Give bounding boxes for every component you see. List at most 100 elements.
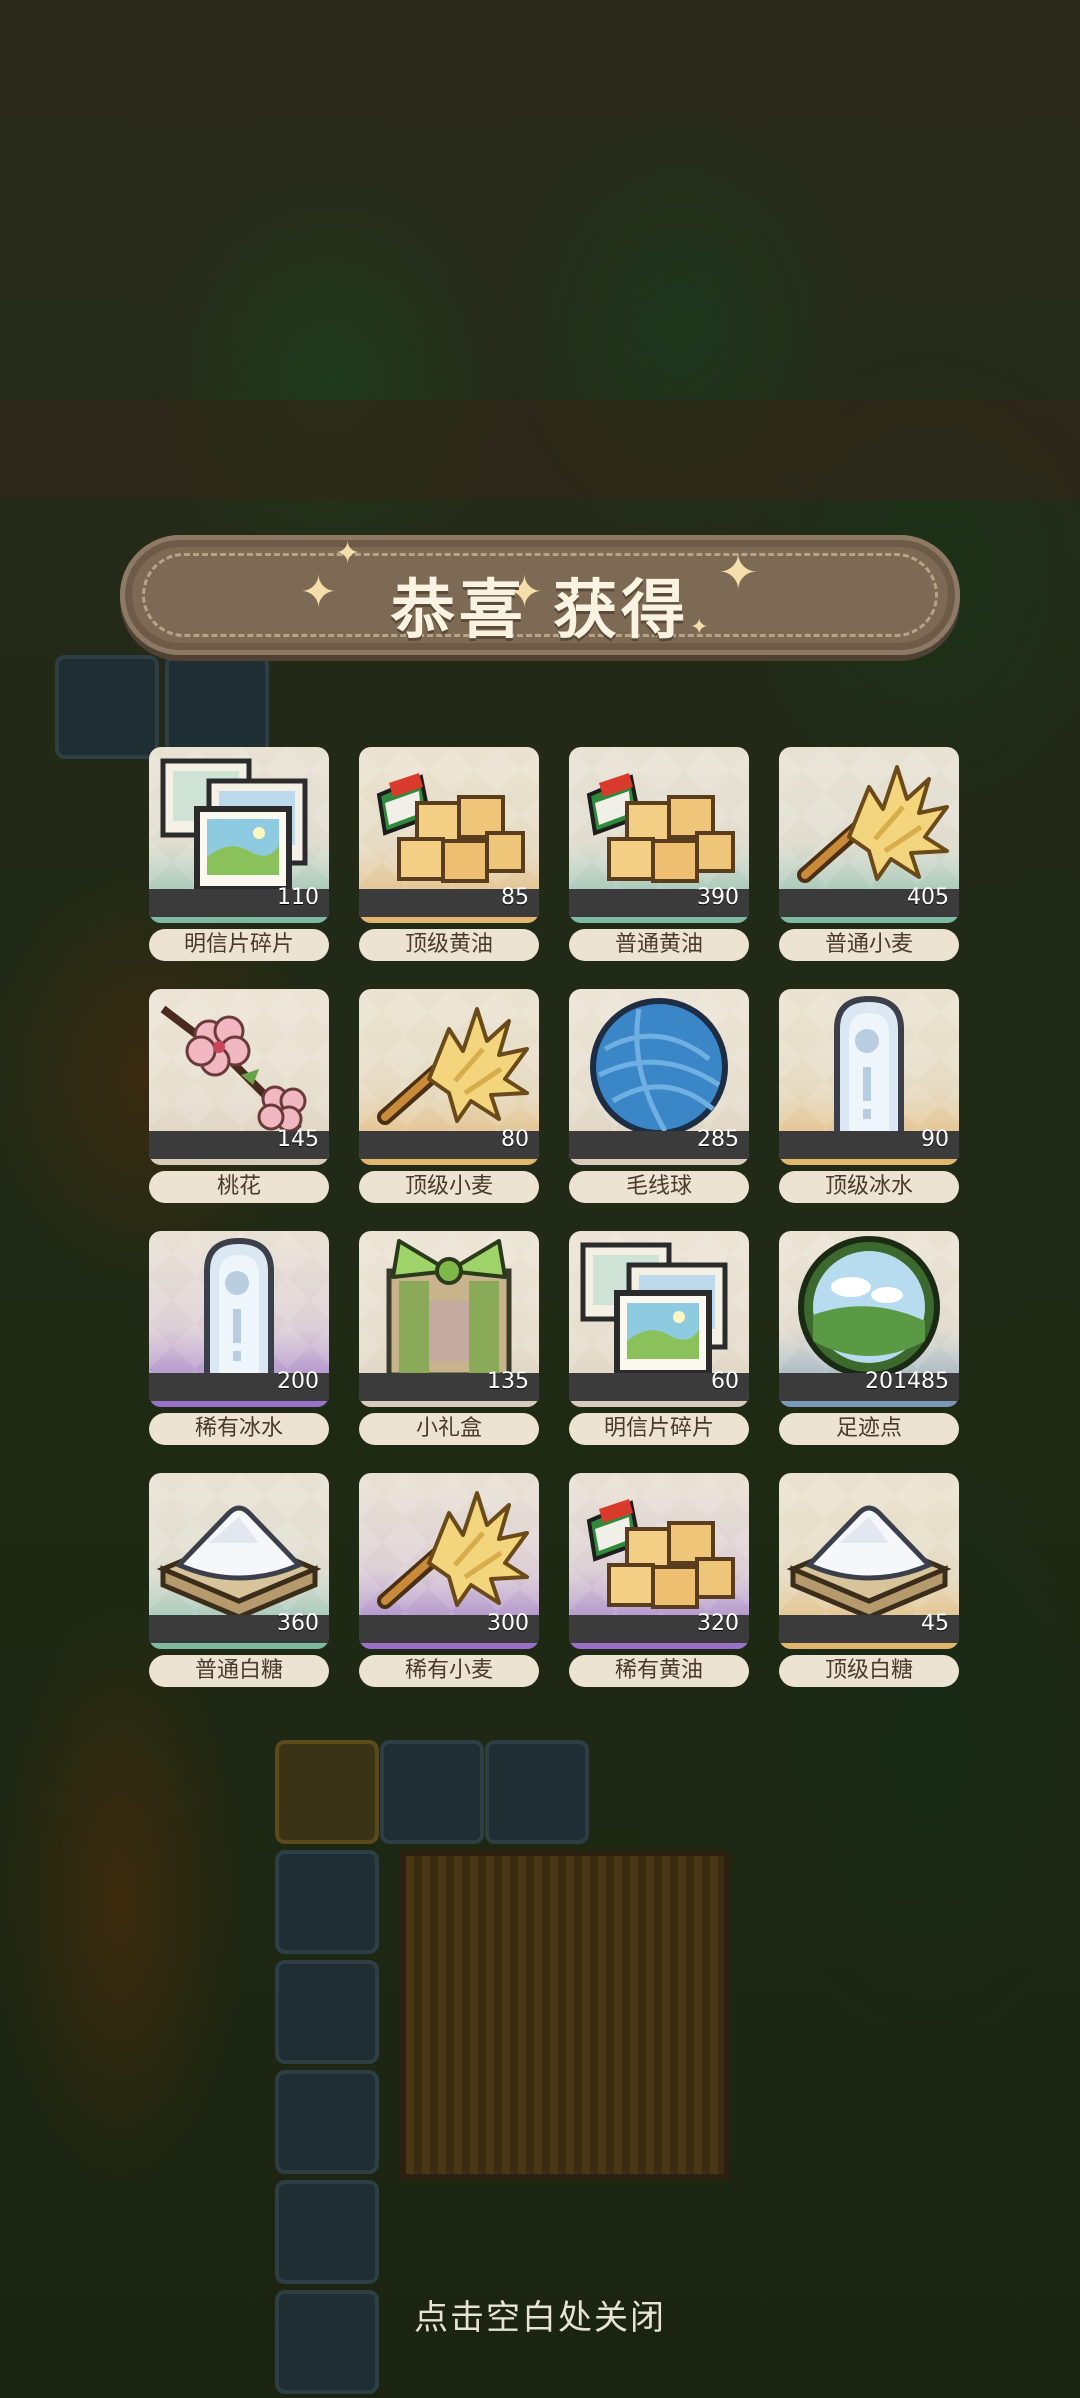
postcard-icon <box>569 1231 749 1379</box>
reward-card[interactable]: 60 明信片碎片 <box>569 1231 749 1447</box>
gift-box-icon <box>359 1231 539 1379</box>
reward-count: 405 <box>907 885 949 910</box>
count-bar: 300 <box>359 1611 539 1649</box>
reward-name: 顶级黄油 <box>359 929 539 961</box>
reward-count: 60 <box>711 1369 739 1394</box>
peach-blossom-icon <box>149 989 329 1137</box>
reward-card[interactable]: 320 稀有黄油 <box>569 1473 749 1689</box>
reward-item-frame: 201485 <box>779 1231 959 1407</box>
sugar-icon <box>779 1473 959 1621</box>
reward-count: 145 <box>277 1127 319 1152</box>
reward-name: 稀有冰水 <box>149 1413 329 1445</box>
reward-item-frame: 145 <box>149 989 329 1165</box>
reward-item-frame: 85 <box>359 747 539 923</box>
reward-count: 135 <box>487 1369 529 1394</box>
reward-card[interactable]: 300 稀有小麦 <box>359 1473 539 1689</box>
reward-item-frame: 110 <box>149 747 329 923</box>
reward-item-frame: 80 <box>359 989 539 1165</box>
reward-name: 顶级冰水 <box>779 1171 959 1203</box>
reward-count: 320 <box>697 1611 739 1636</box>
reward-item-frame: 320 <box>569 1473 749 1649</box>
count-bar: 285 <box>569 1127 749 1165</box>
reward-item-frame: 405 <box>779 747 959 923</box>
wheat-icon <box>359 1473 539 1621</box>
board-tile <box>55 655 159 759</box>
close-hint[interactable]: 点击空白处关闭 <box>0 2290 1080 2339</box>
reward-count: 285 <box>697 1127 739 1152</box>
reward-count: 390 <box>697 885 739 910</box>
ice-water-icon <box>149 1231 329 1380</box>
reward-name: 普通小麦 <box>779 929 959 961</box>
reward-name: 足迹点 <box>779 1413 959 1445</box>
wheat-icon <box>359 989 539 1137</box>
reward-count: 85 <box>501 885 529 910</box>
reward-item-frame: 135 <box>359 1231 539 1407</box>
count-bar: 145 <box>149 1127 329 1165</box>
reward-card[interactable]: 145 桃花 <box>149 989 329 1205</box>
reward-card[interactable]: 390 普通黄油 <box>569 747 749 963</box>
title-banner: ✦ ✦ ✦ ✦ ✦ 恭喜 获得 <box>120 535 960 655</box>
ice-water-icon <box>779 989 959 1138</box>
reward-item-frame: 285 <box>569 989 749 1165</box>
postcard-icon <box>149 747 329 895</box>
wheat-icon <box>779 747 959 895</box>
reward-item-frame: 90 <box>779 989 959 1165</box>
page-title: 恭喜 获得 <box>390 574 690 648</box>
reward-item-frame: 200 <box>149 1231 329 1407</box>
count-bar: 390 <box>569 885 749 923</box>
reward-name: 桃花 <box>149 1171 329 1203</box>
count-bar: 405 <box>779 885 959 923</box>
footprint-orb-icon <box>779 1231 959 1379</box>
reward-card[interactable]: 85 顶级黄油 <box>359 747 539 963</box>
butter-icon <box>569 747 749 895</box>
reward-item-frame: 390 <box>569 747 749 923</box>
reward-card[interactable]: 360 普通白糖 <box>149 1473 329 1689</box>
reward-count: 201485 <box>865 1369 949 1394</box>
reward-card[interactable]: 90 顶级冰水 <box>779 989 959 1205</box>
count-bar: 201485 <box>779 1369 959 1407</box>
reward-name: 稀有黄油 <box>569 1655 749 1687</box>
reward-name: 普通黄油 <box>569 929 749 961</box>
reward-item-frame: 60 <box>569 1231 749 1407</box>
count-bar: 60 <box>569 1369 749 1407</box>
reward-count: 90 <box>921 1127 949 1152</box>
reward-card[interactable]: 201485 足迹点 <box>779 1231 959 1447</box>
dirt-path <box>0 400 1080 500</box>
reward-count: 360 <box>277 1611 319 1636</box>
board-tile <box>380 1740 484 1844</box>
reward-name: 顶级白糖 <box>779 1655 959 1687</box>
board-tile <box>275 2070 379 2174</box>
reward-card[interactable]: 200 稀有冰水 <box>149 1231 329 1447</box>
board-tile <box>165 655 269 759</box>
sugar-icon <box>149 1473 329 1621</box>
reward-name: 明信片碎片 <box>149 929 329 961</box>
count-bar: 90 <box>779 1127 959 1165</box>
hay-field <box>400 1850 730 2180</box>
count-bar: 360 <box>149 1611 329 1649</box>
reward-item-frame: 45 <box>779 1473 959 1649</box>
reward-name: 明信片碎片 <box>569 1413 749 1445</box>
count-bar: 110 <box>149 885 329 923</box>
reward-count: 45 <box>921 1611 949 1636</box>
reward-count: 200 <box>277 1369 319 1394</box>
reward-count: 80 <box>501 1127 529 1152</box>
reward-count: 110 <box>277 885 319 910</box>
reward-card[interactable]: 285 毛线球 <box>569 989 749 1205</box>
reward-item-frame: 360 <box>149 1473 329 1649</box>
reward-count: 300 <box>487 1611 529 1636</box>
butter-icon <box>359 747 539 895</box>
count-bar: 80 <box>359 1127 539 1165</box>
reward-card[interactable]: 135 小礼盒 <box>359 1231 539 1447</box>
reward-card[interactable]: 405 普通小麦 <box>779 747 959 963</box>
count-bar: 85 <box>359 885 539 923</box>
board-tile <box>275 1960 379 2064</box>
count-bar: 45 <box>779 1611 959 1649</box>
count-bar: 135 <box>359 1369 539 1407</box>
reward-card[interactable]: 110 明信片碎片 <box>149 747 329 963</box>
yarn-ball-icon <box>569 989 749 1137</box>
reward-card[interactable]: 45 顶级白糖 <box>779 1473 959 1689</box>
reward-name: 顶级小麦 <box>359 1171 539 1203</box>
reward-name: 普通白糖 <box>149 1655 329 1687</box>
reward-name: 毛线球 <box>569 1171 749 1203</box>
reward-card[interactable]: 80 顶级小麦 <box>359 989 539 1205</box>
